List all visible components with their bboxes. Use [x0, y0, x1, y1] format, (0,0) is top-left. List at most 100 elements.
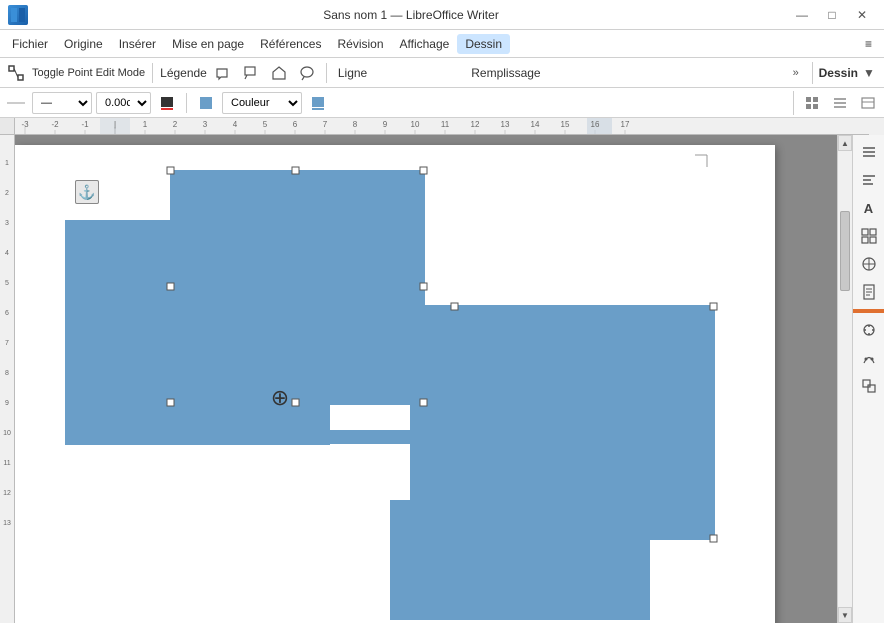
svg-text:6: 6 [293, 120, 298, 129]
ligne-label: Ligne [338, 66, 367, 80]
line-color-btn[interactable] [155, 91, 179, 115]
svg-text:6: 6 [5, 310, 9, 317]
svg-text:11: 11 [441, 120, 450, 129]
handle-mr [420, 283, 427, 290]
chevron-right-icon: » [793, 67, 799, 79]
sidebar-btn-effects[interactable] [856, 345, 882, 371]
minimize-button[interactable]: — [788, 4, 816, 26]
menu-more[interactable]: ≡ [857, 34, 880, 54]
svg-text:16: 16 [591, 120, 600, 129]
shape-4 [390, 500, 650, 620]
toolbar-sep-2 [326, 63, 327, 83]
menu-mise-en-page[interactable]: Mise en page [164, 34, 252, 54]
dessin-expand-btn[interactable]: ▼ [858, 62, 880, 84]
svg-text:3: 3 [5, 220, 9, 227]
vertical-ruler: 1 2 3 4 5 6 7 8 9 10 11 12 13 [0, 135, 15, 623]
svg-text:4: 4 [233, 120, 238, 129]
legende-tool-2[interactable] [239, 61, 263, 85]
svg-text:9: 9 [5, 400, 9, 407]
canvas-container[interactable]: 1 2 3 4 5 6 7 8 9 10 11 12 13 ⚓ [0, 135, 869, 623]
handle-ml [167, 283, 174, 290]
scrollbar-vertical[interactable]: ▲ ▼ [837, 135, 852, 623]
svg-text:1: 1 [5, 160, 9, 167]
ruler-area: -3 -2 -1 | 1 2 3 4 5 6 [0, 118, 869, 135]
fill-color-btn[interactable] [306, 91, 330, 115]
svg-text:9: 9 [383, 120, 388, 129]
panel-icon-1[interactable] [800, 91, 824, 115]
sidebar-right: A [852, 135, 884, 623]
legende-tool-3[interactable] [267, 61, 291, 85]
sidebar-btn-page[interactable] [856, 279, 882, 305]
shapes-canvas: ⊕ [15, 145, 775, 623]
line-width-select[interactable]: 0.00cm 0.05cm 0.10cm [96, 92, 151, 114]
legende-label: Légende [160, 66, 207, 80]
scrollbar-track[interactable] [838, 151, 852, 607]
panel-icon-3[interactable] [856, 91, 880, 115]
close-button[interactable]: ✕ [848, 4, 876, 26]
handle-shape3-tl [451, 303, 458, 310]
legende-tool-4[interactable] [295, 61, 319, 85]
svg-text:11: 11 [3, 460, 10, 467]
svg-text:7: 7 [323, 120, 328, 129]
shape-5-bar [255, 430, 415, 444]
handle-bm [292, 399, 299, 406]
menu-fichier[interactable]: Fichier [4, 34, 56, 54]
svg-text:|: | [114, 120, 116, 129]
panel-icon-2[interactable] [828, 91, 852, 115]
line-style-select[interactable]: — --- ··· [32, 92, 92, 114]
svg-text:15: 15 [561, 120, 570, 129]
sidebar-btn-styles[interactable] [856, 167, 882, 193]
menu-origine[interactable]: Origine [56, 34, 111, 54]
scroll-down-button[interactable]: ▼ [838, 607, 852, 623]
toolbar-draw-row1: Toggle Point Edit Mode Légende Ligne Rem… [0, 58, 884, 88]
sidebar-btn-properties[interactable] [856, 139, 882, 165]
sidebar-accent [853, 309, 884, 313]
line-none-btn[interactable] [4, 91, 28, 115]
scrollbar-thumb[interactable] [840, 211, 850, 291]
svg-text:2: 2 [5, 190, 9, 197]
handle-bl [167, 399, 174, 406]
menu-inserer[interactable]: Insérer [111, 34, 164, 54]
svg-text:2: 2 [173, 120, 178, 129]
fill-none-btn[interactable] [194, 91, 218, 115]
menu-affichage[interactable]: Affichage [392, 34, 458, 54]
svg-text:-2: -2 [51, 120, 59, 129]
dessin-panel-label: Dessin ▼ [812, 62, 880, 84]
dessin-label: Dessin [819, 66, 858, 80]
handle-tm [292, 167, 299, 174]
toolbar-sep-3 [186, 93, 187, 113]
svg-text:1: 1 [143, 120, 148, 129]
page-canvas[interactable]: ⚓ [15, 145, 775, 623]
handle-shape3-br [710, 535, 717, 542]
handle-tr [420, 167, 427, 174]
svg-text:8: 8 [5, 370, 9, 377]
svg-text:12: 12 [3, 490, 11, 497]
svg-text:4: 4 [5, 250, 9, 257]
toggle-point-edit-icon[interactable] [4, 61, 28, 85]
toolbar-sep-1 [152, 63, 153, 83]
handle-br [420, 399, 427, 406]
menu-revision[interactable]: Révision [329, 34, 391, 54]
sidebar-btn-text[interactable]: A [856, 195, 882, 221]
right-panel-icons [793, 91, 880, 115]
maximize-button[interactable]: □ [818, 4, 846, 26]
menu-references[interactable]: Références [252, 34, 329, 54]
horizontal-ruler: -3 -2 -1 | 1 2 3 4 5 6 [15, 118, 869, 134]
sidebar-btn-navigator[interactable] [856, 251, 882, 277]
shape-2 [170, 170, 425, 405]
fill-style-select[interactable]: Couleur Aucun Dégradé [222, 92, 302, 114]
menu-dessin[interactable]: Dessin [457, 34, 510, 54]
svg-text:8: 8 [353, 120, 358, 129]
svg-text:17: 17 [621, 120, 630, 129]
scroll-up-button[interactable]: ▲ [838, 135, 852, 151]
toolbar-draw-row2: — --- ··· 0.00cm 0.05cm 0.10cm Couleur A… [0, 88, 884, 118]
sidebar-btn-design[interactable] [856, 317, 882, 343]
window-controls: — □ ✕ [788, 4, 876, 26]
legende-tool-1[interactable] [211, 61, 235, 85]
svg-text:12: 12 [471, 120, 480, 129]
svg-text:-3: -3 [21, 120, 29, 129]
titlebar: Sans nom 1 — LibreOffice Writer — □ ✕ [0, 0, 884, 30]
sidebar-btn-gallery[interactable] [856, 223, 882, 249]
expand-chevron[interactable]: » [784, 61, 808, 85]
sidebar-btn-transform[interactable] [856, 373, 882, 399]
